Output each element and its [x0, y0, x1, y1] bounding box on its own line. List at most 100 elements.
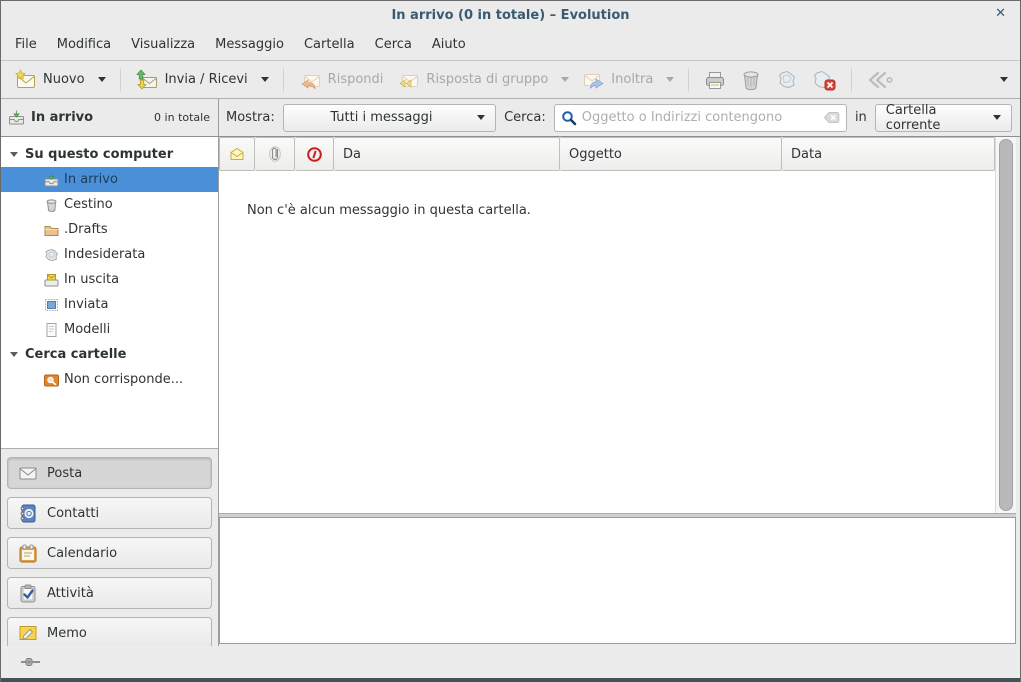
sidebar: Su questo computer In arrivo	[1, 137, 219, 646]
folder-tree: Su questo computer In arrivo	[1, 137, 218, 448]
new-button[interactable]: Nuovo	[7, 65, 92, 94]
reply-button-label: Rispondi	[328, 72, 384, 87]
menu-file[interactable]: File	[5, 32, 47, 57]
reply-icon	[299, 70, 322, 90]
search-entry	[554, 104, 847, 132]
folder-count: 0 in totale	[154, 111, 210, 124]
evolution-window: In arrivo (0 in totale) – Evolution ✕ Fi…	[0, 0, 1021, 682]
column-subject[interactable]: Oggetto	[560, 137, 782, 171]
window-title: In arrivo (0 in totale) – Evolution	[391, 8, 629, 23]
switcher-contacts-button[interactable]: Contatti	[7, 497, 212, 529]
folder-item-trash[interactable]: Cestino	[1, 192, 218, 217]
print-button[interactable]	[697, 64, 733, 96]
message-list-table: Da Oggetto Data Non c'è alcun messaggio …	[219, 137, 995, 513]
delete-button[interactable]	[733, 64, 769, 96]
send-receive-button[interactable]: Invia / Ricevi	[129, 65, 255, 94]
switcher-tasks-button[interactable]: Attività	[7, 577, 212, 609]
main-panel: Da Oggetto Data Non c'è alcun messaggio …	[219, 137, 1020, 646]
group-reply-dropdown-button[interactable]	[555, 73, 575, 86]
scrollbar-thumb[interactable]	[999, 139, 1013, 511]
new-button-label: Nuovo	[43, 72, 85, 87]
column-from[interactable]: Da	[334, 137, 560, 171]
message-status-icon	[229, 147, 245, 161]
folder-item-outbox[interactable]: In uscita	[1, 267, 218, 292]
send-receive-dropdown-button[interactable]	[255, 73, 275, 86]
switcher-label: Calendario	[47, 546, 117, 561]
trash-icon	[44, 198, 59, 212]
folder-item-junk[interactable]: Indesiderata	[1, 242, 218, 267]
folder-item-sent[interactable]: Inviata	[1, 292, 218, 317]
message-list: Da Oggetto Data Non c'è alcun messaggio …	[219, 137, 1016, 513]
expander-icon[interactable]	[10, 152, 18, 157]
folder-item-drafts[interactable]: .Drafts	[1, 217, 218, 242]
toolbar-separator	[120, 68, 121, 92]
sent-icon	[44, 298, 59, 312]
column-date[interactable]: Data	[782, 137, 995, 171]
menubar: File Modifica Visualizza Messaggio Carte…	[1, 29, 1020, 61]
menu-cerca[interactable]: Cerca	[365, 32, 422, 57]
column-priority[interactable]	[295, 137, 334, 171]
folder-item-label: .Drafts	[64, 222, 108, 237]
clear-search-icon[interactable]	[823, 110, 840, 125]
chevron-down-icon	[477, 115, 485, 120]
folder-item-inbox[interactable]: In arrivo	[1, 167, 218, 192]
tree-group-on-this-computer[interactable]: Su questo computer	[1, 142, 218, 167]
chevron-down-icon	[561, 77, 569, 82]
menu-visualizza[interactable]: Visualizza	[121, 32, 205, 57]
group-reply-button-label: Risposta di gruppo	[426, 72, 548, 87]
group-reply-icon	[397, 70, 420, 90]
message-list-body[interactable]: Non c'è alcun messaggio in questa cartel…	[219, 171, 995, 513]
chevron-down-icon	[993, 115, 1001, 120]
show-filter-dropdown[interactable]: Tutti i messaggi	[283, 104, 496, 132]
menu-aiuto[interactable]: Aiuto	[422, 32, 476, 57]
forward-button-label: Inoltra	[611, 72, 653, 87]
toolbar-overflow-button[interactable]	[994, 73, 1014, 86]
search-scope-value: Cartella corrente	[886, 103, 985, 133]
switcher-label: Posta	[47, 466, 82, 481]
online-status-icon[interactable]	[21, 656, 40, 668]
statusbar	[1, 646, 1020, 678]
column-from-label: Da	[343, 147, 361, 162]
forward-dropdown-button[interactable]	[660, 73, 680, 86]
menu-modifica[interactable]: Modifica	[47, 32, 121, 57]
menu-messaggio[interactable]: Messaggio	[205, 32, 294, 57]
view-switcher: Posta Contatti	[1, 448, 218, 649]
switcher-label: Attività	[47, 586, 94, 601]
junk-button[interactable]	[769, 64, 805, 96]
switcher-label: Contatti	[47, 506, 99, 521]
switcher-calendar-button[interactable]: Calendario	[7, 537, 212, 569]
contacts-icon	[18, 504, 38, 523]
close-icon[interactable]: ✕	[995, 6, 1006, 21]
message-list-scrollbar[interactable]	[995, 137, 1016, 513]
search-scope-dropdown[interactable]: Cartella corrente	[875, 104, 1012, 132]
switcher-mail-button[interactable]: Posta	[7, 457, 212, 489]
preview-pane[interactable]	[219, 518, 1016, 644]
reply-button[interactable]: Rispondi	[292, 66, 391, 94]
previous-message-button[interactable]	[860, 64, 902, 96]
switcher-memo-button[interactable]: Memo	[7, 617, 212, 649]
tree-group-search-folders[interactable]: Cerca cartelle	[1, 342, 218, 367]
search-input[interactable]	[582, 110, 818, 125]
new-dropdown-button[interactable]	[92, 73, 112, 86]
show-label: Mostra:	[226, 110, 275, 125]
menu-cartella[interactable]: Cartella	[294, 32, 365, 57]
scope-label: in	[855, 110, 867, 125]
current-folder-label: In arrivo	[31, 110, 93, 125]
templates-icon	[44, 323, 59, 337]
not-junk-button[interactable]	[805, 64, 843, 96]
trash-icon	[739, 69, 763, 91]
column-status[interactable]	[219, 137, 255, 171]
attachment-icon	[269, 146, 281, 162]
column-attachment[interactable]	[255, 137, 295, 171]
junk-icon	[775, 69, 799, 91]
group-reply-button[interactable]: Risposta di gruppo	[390, 66, 555, 94]
folder-icon	[44, 223, 59, 237]
show-filter-value: Tutti i messaggi	[294, 110, 469, 125]
forward-button[interactable]: Inoltra	[575, 66, 660, 94]
folder-item-unmatched[interactable]: Non corrisponde...	[1, 367, 218, 392]
folder-item-templates[interactable]: Modelli	[1, 317, 218, 342]
expander-icon[interactable]	[10, 352, 18, 357]
forward-icon	[582, 70, 605, 90]
priority-icon	[306, 146, 323, 163]
folder-item-label: Cestino	[64, 197, 113, 212]
